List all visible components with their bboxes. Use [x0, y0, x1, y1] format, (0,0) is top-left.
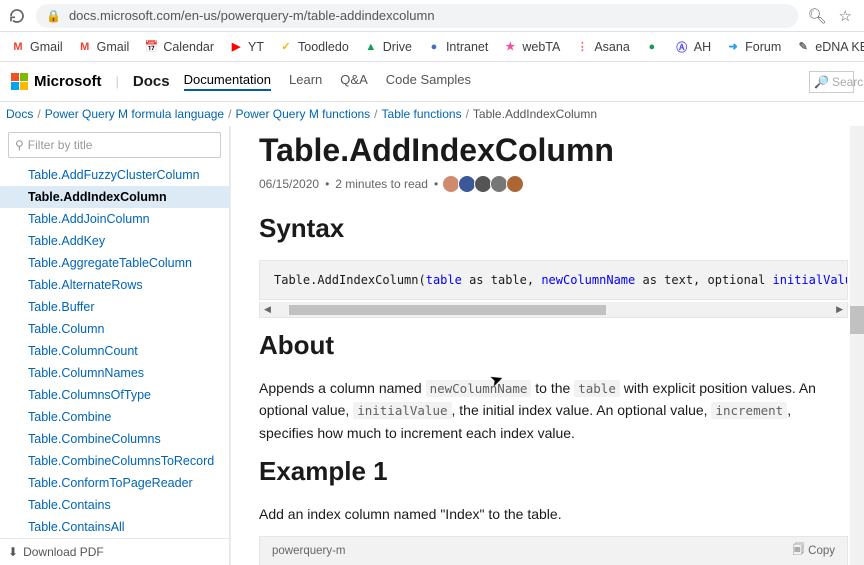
nav-learn[interactable]: Learn — [289, 72, 322, 91]
bookmark-item[interactable]: ● — [644, 39, 660, 55]
bookmark-icon: M — [77, 39, 93, 55]
scroll-left-icon[interactable]: ◀ — [260, 304, 275, 315]
separator: | — [116, 74, 119, 89]
nav-documentation[interactable]: Documentation — [184, 72, 271, 91]
example1-description: Add an index column named "Index" to the… — [259, 503, 848, 525]
breadcrumb-item[interactable]: Power Query M formula language — [45, 107, 224, 121]
copy-button[interactable]: 🗐 Copy — [793, 542, 835, 561]
bookmark-item[interactable]: ●Intranet — [426, 39, 488, 55]
bookmark-icon: ⋮ — [574, 39, 590, 55]
toc-sidebar: ⚲ Filter by title Table.AddFuzzyClusterC… — [0, 126, 230, 565]
download-pdf-link[interactable]: ⬇ Download PDF — [0, 538, 229, 565]
bookmark-item[interactable]: ★webTA — [502, 39, 560, 55]
bookmark-item[interactable]: ⒶAH — [674, 39, 711, 55]
syntax-codeblock: Table.AddIndexColumn(table as table, new… — [259, 260, 848, 300]
bookmark-item[interactable]: ⋮Asana — [574, 39, 629, 55]
toc-item[interactable]: Table.ColumnCount — [0, 340, 229, 362]
bookmark-icon: 📅 — [143, 39, 159, 55]
bookmark-icon: ✓ — [278, 39, 294, 55]
toc-item[interactable]: Table.CombineColumnsToRecord — [0, 450, 229, 472]
toc-item[interactable]: Table.ContainsAll — [0, 516, 229, 538]
ms-docs-header: Microsoft | Docs Documentation Learn Q&A Co… — [0, 62, 864, 102]
toc-item[interactable]: Table.Contains — [0, 494, 229, 516]
reload-icon[interactable] — [8, 7, 26, 25]
scroll-right-icon[interactable]: ▶ — [832, 304, 847, 315]
bookmark-item[interactable]: ✓Toodledo — [278, 39, 349, 55]
avatar — [506, 175, 524, 193]
toc-item[interactable]: Table.AggregateTableColumn — [0, 252, 229, 274]
omnibox-search-icon[interactable]: 🔍︎ — [808, 7, 827, 25]
breadcrumb-item[interactable]: Power Query M functions — [235, 107, 370, 121]
address-bar[interactable]: 🔒 docs.microsoft.com/en-us/powerquery-m/… — [36, 4, 798, 28]
bookmark-icon: M — [10, 39, 26, 55]
bookmark-item[interactable]: MGmail — [77, 39, 130, 55]
toc-item[interactable]: Table.AddJoinColumn — [0, 208, 229, 230]
bookmarks-bar: MGmail MGmail 📅Calendar ▶YT ✓Toodledo ▲Drive ●… — [0, 32, 864, 62]
toc-item[interactable]: Table.AddKey — [0, 230, 229, 252]
breadcrumb: Docs/Power Query M formula language/Powe… — [0, 102, 864, 126]
lock-icon: 🔒 — [46, 9, 61, 23]
about-heading: About — [259, 330, 848, 361]
contributor-avatars[interactable] — [444, 175, 524, 193]
copy-icon: 🗐 — [793, 542, 805, 561]
bookmark-icon: ✎ — [795, 39, 811, 55]
toc-item[interactable]: Table.AddFuzzyClusterColumn — [0, 164, 229, 186]
toc-item[interactable]: Table.AlternateRows — [0, 274, 229, 296]
bookmark-star-icon[interactable]: ☆ — [839, 7, 852, 25]
example1-heading: Example 1 — [259, 456, 848, 487]
article-meta: 06/15/2020 • 2 minutes to read • — [259, 175, 848, 193]
bookmark-icon: ● — [644, 39, 660, 55]
about-paragraph: Appends a column named newColumnName to … — [259, 377, 848, 444]
toc-item[interactable]: Table.Buffer — [0, 296, 229, 318]
bookmark-icon: Ⓐ — [674, 39, 690, 55]
code-header: powerquery-m 🗐 Copy — [259, 536, 848, 565]
bookmark-icon: ➜ — [725, 39, 741, 55]
syntax-heading: Syntax — [259, 213, 848, 244]
breadcrumb-item: Table.AddIndexColumn — [473, 107, 597, 121]
toc-item[interactable]: Table.ColumnNames — [0, 362, 229, 384]
toc-item[interactable]: Table.Column — [0, 318, 229, 340]
bookmark-item[interactable]: ▲Drive — [363, 39, 412, 55]
docs-search-input[interactable]: 🔎 Searc — [809, 71, 854, 93]
product-name[interactable]: Docs — [133, 73, 170, 90]
nav-codesamples[interactable]: Code Samples — [386, 72, 471, 91]
filter-input[interactable]: ⚲ Filter by title — [8, 132, 221, 158]
page-title: Table.AddIndexColumn — [259, 132, 848, 169]
bookmark-item[interactable]: ➜Forum — [725, 39, 781, 55]
header-nav: Documentation Learn Q&A Code Samples — [184, 72, 471, 91]
bookmark-icon: ★ — [502, 39, 518, 55]
bookmark-item[interactable]: ✎eDNA KB — [795, 39, 864, 55]
bookmark-icon: ▶ — [228, 39, 244, 55]
search-icon: 🔎 — [814, 75, 829, 89]
article-content: Table.AddIndexColumn 06/15/2020 • 2 minu… — [230, 126, 864, 565]
code-lang-label: powerquery-m — [272, 545, 346, 557]
microsoft-logo[interactable]: Microsoft — [10, 73, 102, 91]
bookmark-icon: ● — [426, 39, 442, 55]
toc-item[interactable]: Table.Combine — [0, 406, 229, 428]
filter-icon: ⚲ — [15, 138, 24, 152]
bookmark-item[interactable]: ▶YT — [228, 39, 264, 55]
bookmark-item[interactable]: 📅Calendar — [143, 39, 214, 55]
breadcrumb-item[interactable]: Table functions — [382, 107, 462, 121]
toc-item[interactable]: Table.AddIndexColumn — [0, 186, 229, 208]
browser-toolbar: 🔒 docs.microsoft.com/en-us/powerquery-m/… — [0, 0, 864, 32]
nav-qa[interactable]: Q&A — [340, 72, 367, 91]
toc-item[interactable]: Table.ConformToPageReader — [0, 472, 229, 494]
toc-list[interactable]: Table.AddFuzzyClusterColumnTable.AddInde… — [0, 164, 229, 538]
vertical-scrollbar[interactable] — [850, 126, 864, 565]
toc-item[interactable]: Table.ColumnsOfType — [0, 384, 229, 406]
horizontal-scrollbar[interactable]: ◀ ▶ — [259, 302, 848, 318]
bookmark-item[interactable]: MGmail — [10, 39, 63, 55]
breadcrumb-item[interactable]: Docs — [6, 107, 33, 121]
download-icon: ⬇ — [8, 545, 18, 559]
url-text: docs.microsoft.com/en-us/powerquery-m/ta… — [69, 8, 435, 23]
bookmark-icon: ▲ — [363, 39, 379, 55]
toc-item[interactable]: Table.CombineColumns — [0, 428, 229, 450]
